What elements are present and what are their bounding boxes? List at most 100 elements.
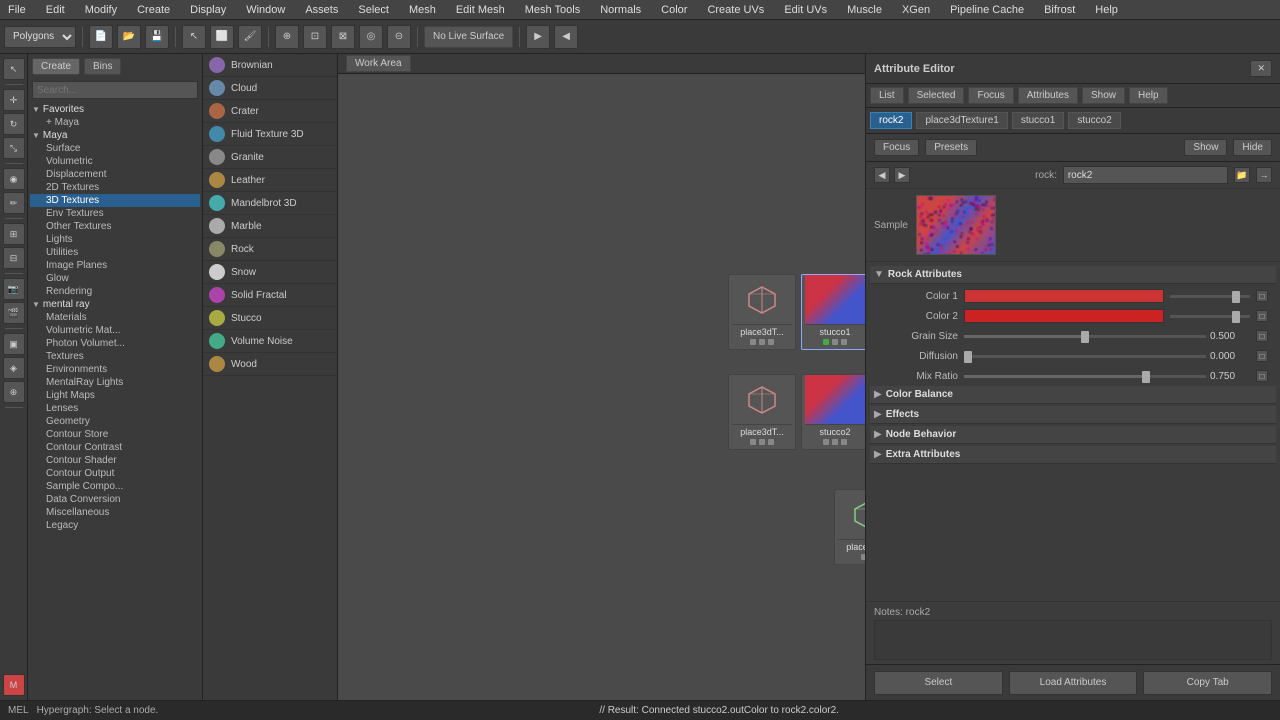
menu-window[interactable]: Window [242, 4, 289, 16]
show-manipulators-btn[interactable]: ⊞ [3, 223, 25, 245]
node-tab-rock2[interactable]: rock2 [870, 112, 912, 129]
node-tab-stucco1[interactable]: stucco1 [1012, 112, 1064, 129]
presets-btn[interactable]: Presets [925, 139, 977, 156]
copy-tab-button[interactable]: Copy Tab [1143, 671, 1272, 695]
snap2-btn[interactable]: ⊡ [303, 25, 327, 49]
show-btn[interactable]: Show [1184, 139, 1227, 156]
grain-size-slider[interactable] [964, 335, 1206, 338]
attr-tab-help[interactable]: Help [1129, 87, 1168, 104]
color2-swatch[interactable] [964, 309, 1164, 323]
texture-leather[interactable]: Leather [203, 169, 337, 192]
menu-select[interactable]: Select [354, 4, 393, 16]
texture-granite[interactable]: Granite [203, 146, 337, 169]
create-poly-btn[interactable]: ▣ [3, 333, 25, 355]
menu-modify[interactable]: Modify [81, 4, 121, 16]
tree-item-photon-vol[interactable]: Photon Volumet... [30, 337, 200, 350]
nav-prev-btn[interactable]: ◀ [874, 167, 890, 183]
notes-content[interactable] [874, 620, 1272, 660]
texture-fluid-3d[interactable]: Fluid Texture 3D [203, 123, 337, 146]
node-tab-place3dtexture1[interactable]: place3dTexture1 [916, 112, 1007, 129]
menu-display[interactable]: Display [186, 4, 230, 16]
paint-btn[interactable]: 🖌 [238, 25, 262, 49]
tree-item-contour-shader[interactable]: Contour Shader [30, 454, 200, 467]
nav-next-btn[interactable]: ▶ [894, 167, 910, 183]
tree-item-other-textures[interactable]: Other Textures [30, 220, 200, 233]
tree-item-surface[interactable]: Surface [30, 142, 200, 155]
tree-item-sample-compo[interactable]: Sample Compo... [30, 480, 200, 493]
menu-color[interactable]: Color [657, 4, 691, 16]
texture-volume-noise[interactable]: Volume Noise [203, 330, 337, 353]
select-mode-btn[interactable]: ↖ [3, 58, 25, 80]
node-tab-stucco2[interactable]: stucco2 [1068, 112, 1120, 129]
texture-mandelbrot[interactable]: Mandelbrot 3D [203, 192, 337, 215]
attr-tab-selected[interactable]: Selected [908, 87, 965, 104]
menu-mesh-tools[interactable]: Mesh Tools [521, 4, 584, 16]
maya-icon-btn[interactable]: M [3, 674, 25, 696]
tree-item-contour-contrast[interactable]: Contour Contrast [30, 441, 200, 454]
focus-btn[interactable]: Focus [874, 139, 919, 156]
place3d-3-node[interactable]: place3dT... [834, 489, 865, 565]
texture-wood[interactable]: Wood [203, 353, 337, 376]
menu-muscle[interactable]: Muscle [843, 4, 886, 16]
tree-item-2d-textures[interactable]: 2D Textures [30, 181, 200, 194]
node-behavior-header[interactable]: ▶ Node Behavior [870, 426, 1276, 444]
move-btn[interactable]: ✛ [3, 89, 25, 111]
color2-slider[interactable] [1170, 315, 1250, 318]
attr-close-btn[interactable]: ✕ [1250, 60, 1272, 77]
maya-group[interactable]: ▼ Maya [30, 129, 200, 142]
work-canvas[interactable]: place3dT... stucco1 [338, 74, 865, 700]
diffusion-expand[interactable]: □ [1256, 350, 1268, 362]
tree-item-utilities[interactable]: Utilities [30, 246, 200, 259]
place3d-2-node[interactable]: place3dT... [728, 374, 796, 450]
select-tool-btn[interactable]: ↖ [182, 25, 206, 49]
tree-item-lights[interactable]: Lights [30, 233, 200, 246]
node-name-field[interactable] [1063, 166, 1228, 184]
snap4-btn[interactable]: ◎ [359, 25, 383, 49]
tree-item-legacy[interactable]: Legacy [30, 519, 200, 532]
color1-swatch[interactable] [964, 289, 1164, 303]
open-file-btn[interactable]: 📂 [117, 25, 141, 49]
diffusion-slider[interactable] [964, 355, 1206, 358]
ipr-btn[interactable]: ◀ [554, 25, 578, 49]
tree-item-light-maps[interactable]: Light Maps [30, 389, 200, 402]
menu-file[interactable]: File [4, 4, 30, 16]
last-tool-btn[interactable]: ⊟ [3, 247, 25, 269]
hide-btn[interactable]: Hide [1233, 139, 1272, 156]
paint-weights-btn[interactable]: ✏ [3, 192, 25, 214]
live-surface-btn[interactable]: No Live Surface [424, 26, 513, 48]
extra-attributes-header[interactable]: ▶ Extra Attributes [870, 446, 1276, 464]
scale-btn[interactable]: ⤡ [3, 137, 25, 159]
texture-solid-fractal[interactable]: Solid Fractal [203, 284, 337, 307]
tree-item-lenses[interactable]: Lenses [30, 402, 200, 415]
create-nurbs-btn[interactable]: ◈ [3, 357, 25, 379]
grain-size-expand[interactable]: □ [1256, 330, 1268, 342]
color-balance-header[interactable]: ▶ Color Balance [870, 386, 1276, 404]
favorites-group[interactable]: ▼ Favorites [30, 103, 200, 116]
attr-tab-focus[interactable]: Focus [968, 87, 1013, 104]
tree-item-volumetric[interactable]: Volumetric [30, 155, 200, 168]
load-attributes-button[interactable]: Load Attributes [1009, 671, 1138, 695]
tree-item-displacement[interactable]: Displacement [30, 168, 200, 181]
stucco1-node[interactable]: stucco1 [801, 274, 865, 350]
tree-item-textures[interactable]: Textures [30, 350, 200, 363]
tree-item-contour-output[interactable]: Contour Output [30, 467, 200, 480]
save-btn[interactable]: 💾 [145, 25, 169, 49]
nav-folder-btn[interactable]: 📁 [1234, 167, 1250, 183]
effects-header[interactable]: ▶ Effects [870, 406, 1276, 424]
color2-expand[interactable]: □ [1256, 310, 1268, 322]
select-button[interactable]: Select [874, 671, 1003, 695]
rotate-btn[interactable]: ↻ [3, 113, 25, 135]
color1-slider[interactable] [1170, 295, 1250, 298]
menu-edit-uvs[interactable]: Edit UVs [780, 4, 831, 16]
rock-attributes-header[interactable]: ▼ Rock Attributes [870, 266, 1276, 284]
attr-tab-show[interactable]: Show [1082, 87, 1125, 104]
menu-bifrost[interactable]: Bifrost [1040, 4, 1079, 16]
texture-crater[interactable]: Crater [203, 100, 337, 123]
texture-marble[interactable]: Marble [203, 215, 337, 238]
menu-create[interactable]: Create [133, 4, 174, 16]
mix-ratio-slider[interactable] [964, 375, 1206, 378]
ipr-render-btn[interactable]: 🎬 [3, 302, 25, 324]
create-joint-btn[interactable]: ⊕ [3, 381, 25, 403]
tree-item-glow[interactable]: Glow [30, 272, 200, 285]
tree-item-image-planes[interactable]: Image Planes [30, 259, 200, 272]
